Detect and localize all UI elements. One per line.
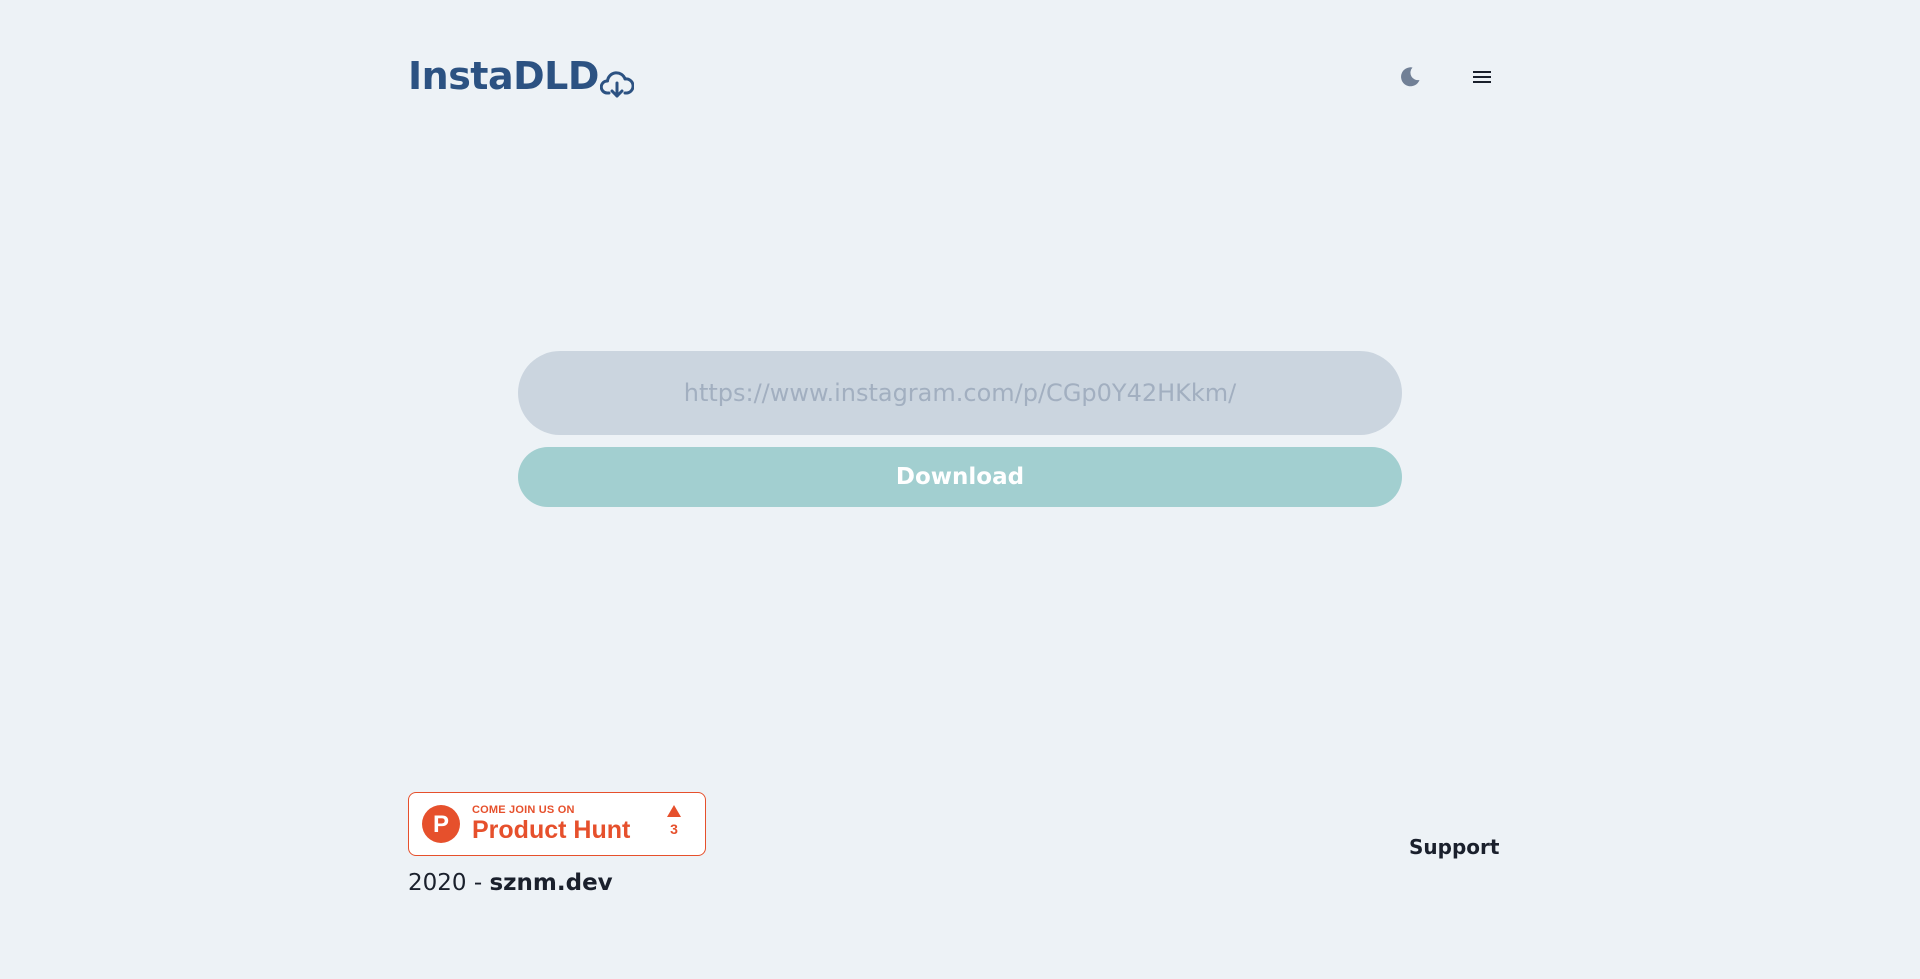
logo-text: InstaDLD xyxy=(408,54,599,98)
copyright: 2020 - sznm.dev xyxy=(408,870,613,896)
product-hunt-logo-letter: P xyxy=(433,811,449,838)
product-hunt-text: COME JOIN US ON Product Hunt xyxy=(472,804,630,844)
product-hunt-votes: 3 xyxy=(667,805,681,837)
moon-icon xyxy=(1399,66,1421,92)
hamburger-menu-icon xyxy=(1473,69,1491,89)
site-link[interactable]: sznm.dev xyxy=(489,870,612,896)
product-hunt-small-text: COME JOIN US ON xyxy=(472,804,575,816)
copyright-separator: - xyxy=(466,870,490,896)
theme-toggle-button[interactable] xyxy=(1395,65,1425,93)
page: InstaDLD Download xyxy=(0,0,1920,979)
logo-link[interactable]: InstaDLD xyxy=(408,54,635,98)
menu-button[interactable] xyxy=(1467,65,1497,93)
download-button[interactable]: Download xyxy=(518,447,1402,507)
product-hunt-title: Product Hunt xyxy=(472,816,631,844)
product-hunt-vote-count: 3 xyxy=(670,821,678,837)
upvote-arrow-icon xyxy=(667,805,681,817)
url-input[interactable] xyxy=(518,351,1402,435)
product-hunt-logo-icon: P xyxy=(422,805,460,843)
cloud-download-icon xyxy=(599,64,635,98)
copyright-year: 2020 xyxy=(408,870,467,896)
product-hunt-badge[interactable]: P COME JOIN US ON Product Hunt 3 xyxy=(408,792,706,856)
support-link[interactable]: Support xyxy=(1409,835,1499,859)
